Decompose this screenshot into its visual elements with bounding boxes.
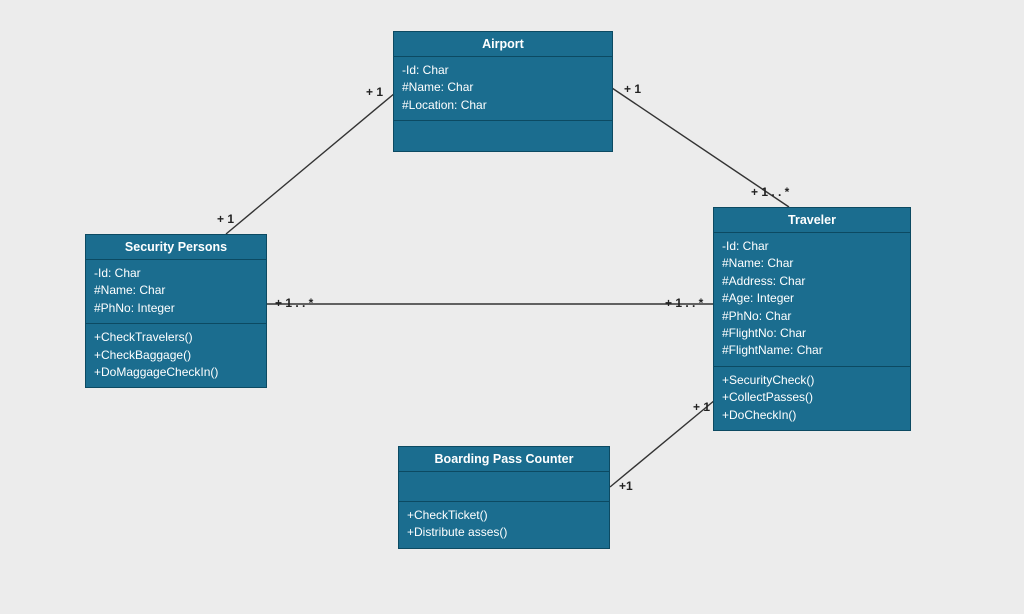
op-row: +CheckBaggage()	[94, 347, 258, 364]
mult-airport-trav-trav: + 1 . . *	[751, 185, 789, 199]
class-boarding[interactable]: Boarding Pass Counter +CheckTicket() +Di…	[398, 446, 610, 549]
class-attributes: -Id: Char #Name: Char #Address: Char #Ag…	[714, 233, 910, 367]
op-row: +DoMaggageCheckIn()	[94, 364, 258, 381]
mult-sec-trav-trav: + 1 . . *	[665, 296, 703, 310]
class-attributes: -Id: Char #Name: Char #Location: Char	[394, 57, 612, 121]
class-attributes	[399, 472, 609, 502]
class-security[interactable]: Security Persons -Id: Char #Name: Char #…	[85, 234, 267, 388]
class-operations: +SecurityCheck() +CollectPasses() +DoChe…	[714, 367, 910, 430]
class-operations: +CheckTravelers() +CheckBaggage() +DoMag…	[86, 324, 266, 387]
attr-row: #Address: Char	[722, 273, 902, 290]
op-row: +CheckTravelers()	[94, 329, 258, 346]
class-title: Boarding Pass Counter	[399, 447, 609, 472]
attr-row: #Age: Integer	[722, 290, 902, 307]
class-attributes: -Id: Char #Name: Char #PhNo: Integer	[86, 260, 266, 324]
attr-row: #Location: Char	[402, 97, 604, 114]
edge-airport-security	[226, 93, 395, 234]
attr-row: #PhNo: Char	[722, 308, 902, 325]
op-row: +DoCheckIn()	[722, 407, 902, 424]
op-row: +SecurityCheck()	[722, 372, 902, 389]
class-traveler[interactable]: Traveler -Id: Char #Name: Char #Address:…	[713, 207, 911, 431]
attr-row: -Id: Char	[94, 265, 258, 282]
attr-row: #FlightName: Char	[722, 342, 902, 359]
class-title: Airport	[394, 32, 612, 57]
mult-airport-sec-sec: + 1	[217, 212, 234, 226]
attr-row: #PhNo: Integer	[94, 300, 258, 317]
uml-canvas: Airport -Id: Char #Name: Char #Location:…	[0, 0, 1024, 614]
attr-row: #Name: Char	[722, 255, 902, 272]
class-operations: +CheckTicket() +Distribute asses()	[399, 502, 609, 548]
mult-sec-trav-sec: + 1 . . *	[275, 296, 313, 310]
attr-row: -Id: Char	[402, 62, 604, 79]
mult-airport-sec-airport: + 1	[366, 85, 383, 99]
mult-airport-trav-airport: + 1	[624, 82, 641, 96]
class-title: Security Persons	[86, 235, 266, 260]
mult-board-trav-trav: + 1	[693, 400, 710, 414]
mult-board-trav-board: +1	[619, 479, 633, 493]
class-airport[interactable]: Airport -Id: Char #Name: Char #Location:…	[393, 31, 613, 152]
attr-row: #Name: Char	[94, 282, 258, 299]
class-title: Traveler	[714, 208, 910, 233]
attr-row: #Name: Char	[402, 79, 604, 96]
attr-row: -Id: Char	[722, 238, 902, 255]
class-operations	[394, 121, 612, 151]
attr-row: #FlightNo: Char	[722, 325, 902, 342]
op-row: +Distribute asses()	[407, 524, 601, 541]
op-row: +CheckTicket()	[407, 507, 601, 524]
op-row: +CollectPasses()	[722, 389, 902, 406]
